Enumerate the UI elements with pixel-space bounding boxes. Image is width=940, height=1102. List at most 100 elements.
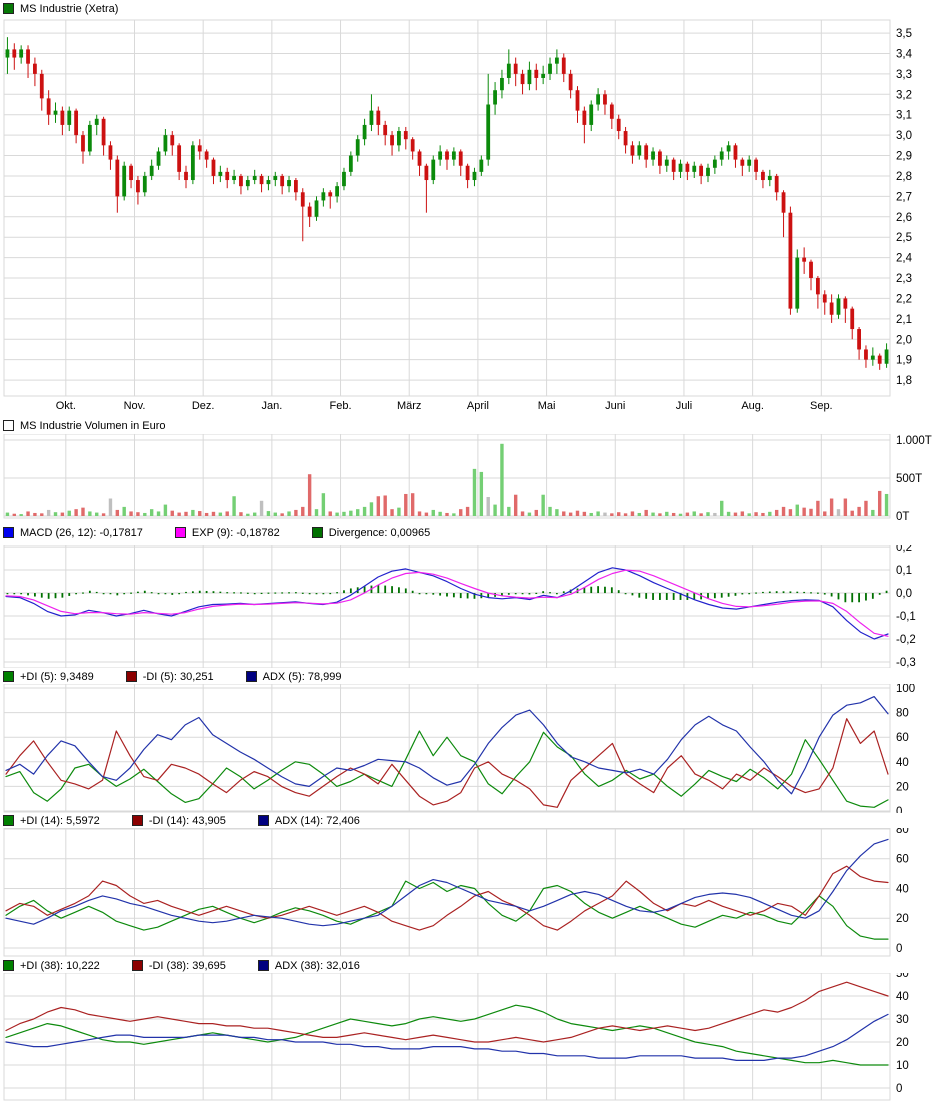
y-axis-tick-label: 0T — [896, 511, 909, 520]
minus-di14-marker-icon — [132, 815, 143, 826]
volume-chart-title: MS Industrie Volumen in Euro — [3, 419, 166, 432]
y-axis-tick-label: 0 — [896, 1083, 902, 1095]
volume-bars-group — [6, 444, 889, 516]
month-label: Dez. — [192, 400, 215, 412]
adx14-marker-icon — [258, 815, 269, 826]
minus-di38-legend-label: -DI (38): 39,695 — [149, 960, 226, 972]
price-chart-title: MS Industrie (Xetra) — [3, 2, 118, 15]
y-axis-tick-label: 60 — [896, 854, 909, 866]
candles-group — [6, 37, 889, 370]
di38-adx-chart: 50403020100 — [0, 973, 940, 1101]
legend-item-divergence: Divergence: 0,00965 — [312, 527, 431, 539]
plus-di38-marker-icon — [3, 960, 14, 971]
y-axis-tick-label: 0,1 — [896, 565, 912, 577]
y-axis-tick-label: 1,8 — [896, 375, 912, 387]
exp-legend-label: EXP (9): -0,18782 — [192, 527, 280, 539]
y-axis-tick-label: 2,7 — [896, 191, 912, 203]
plus-di38-legend-label: +DI (38): 10,222 — [20, 960, 100, 972]
legend-item-plus-di14: +DI (14): 5,5972 — [3, 815, 100, 827]
y-axis-tick-label: 2,3 — [896, 273, 912, 285]
adx38-legend-label: ADX (38): 32,016 — [275, 960, 360, 972]
y-axis-tick-label: 2,1 — [896, 314, 912, 326]
volume-chart-title-label: MS Industrie Volumen in Euro — [20, 420, 166, 432]
legend-item-macd: MACD (26, 12): -0,17817 — [3, 527, 143, 539]
legend-item-plus-di5: +DI (5): 9,3489 — [3, 671, 94, 683]
month-label: Okt. — [56, 400, 76, 412]
plus-di5-marker-icon — [3, 671, 14, 682]
y-axis-tick-label: -0,2 — [896, 634, 916, 646]
y-axis-tick-label: 1.000T — [896, 435, 932, 447]
adx5-legend-label: ADX (5): 78,999 — [263, 671, 342, 683]
minus-di5-marker-icon — [126, 671, 137, 682]
y-axis-tick-label: 0 — [896, 943, 902, 955]
di5-legend: +DI (5): 9,3489 -DI (5): 30,251 ADX (5):… — [3, 670, 373, 683]
month-label: Sep. — [810, 400, 833, 412]
month-label: Aug. — [741, 400, 764, 412]
volume-bar-chart: 1.000T500T0T — [0, 434, 940, 520]
legend-item-minus-di14: -DI (14): 43,905 — [132, 815, 226, 827]
minus-di-line — [6, 866, 888, 930]
legend-item-adx38: ADX (38): 32,016 — [258, 960, 360, 972]
stock-chart-root: MS Industrie (Xetra) Okt.Nov.Dez.Jan.Feb… — [0, 0, 940, 1102]
month-label: Juni — [605, 400, 625, 412]
month-label: Mai — [538, 400, 556, 412]
y-axis-tick-label: 2,2 — [896, 293, 912, 305]
y-axis-tick-label: 2,4 — [896, 253, 913, 265]
minus-di-line — [6, 982, 888, 1042]
divergence-marker-icon — [312, 527, 323, 538]
y-axis-tick-label: 3,5 — [896, 28, 912, 40]
y-axis-tick-label: 2,6 — [896, 212, 912, 224]
y-axis-tick-label: 40 — [896, 883, 909, 895]
y-axis-tick-label: 0,2 — [896, 545, 912, 554]
minus-di-line — [6, 719, 888, 808]
price-candlestick-chart: Okt.Nov.Dez.Jan.Feb.MärzAprilMaiJuniJuli… — [0, 18, 940, 414]
y-axis-tick-label: 3,2 — [896, 89, 912, 101]
exp-line — [6, 570, 888, 636]
y-axis-tick-label: 2,9 — [896, 151, 912, 163]
adx5-marker-icon — [246, 671, 257, 682]
adx14-legend-label: ADX (14): 72,406 — [275, 815, 360, 827]
divergence-legend-label: Divergence: 0,00965 — [329, 527, 431, 539]
adx-line — [6, 839, 888, 925]
y-axis-tick-label: 100 — [896, 684, 915, 695]
legend-item-exp: EXP (9): -0,18782 — [175, 527, 280, 539]
y-axis-tick-label: 20 — [896, 913, 909, 925]
y-axis-tick-label: 60 — [896, 732, 909, 744]
adx38-marker-icon — [258, 960, 269, 971]
legend-item-adx5: ADX (5): 78,999 — [246, 671, 342, 683]
plusminus-di-line — [6, 1005, 888, 1065]
exp-marker-icon — [175, 527, 186, 538]
y-axis-tick-label: 80 — [896, 708, 909, 720]
minus-di5-legend-label: -DI (5): 30,251 — [143, 671, 214, 683]
y-axis-tick-label: 10 — [896, 1060, 909, 1072]
plus-di5-legend-label: +DI (5): 9,3489 — [20, 671, 94, 683]
month-label: Jan. — [261, 400, 282, 412]
macd-legend: MACD (26, 12): -0,17817 EXP (9): -0,1878… — [3, 526, 462, 539]
y-axis-tick-label: 40 — [896, 757, 909, 769]
macd-legend-label: MACD (26, 12): -0,17817 — [20, 527, 143, 539]
month-label: Juli — [676, 400, 693, 412]
y-axis-tick-label: -0,1 — [896, 611, 916, 623]
y-axis-tick-label: -0,3 — [896, 657, 916, 668]
month-label: Feb. — [330, 400, 352, 412]
divergence-bars — [7, 585, 888, 602]
y-axis-tick-label: 3,3 — [896, 69, 912, 81]
grid-lines — [4, 434, 890, 518]
month-label: März — [397, 400, 421, 412]
di14-legend: +DI (14): 5,5972 -DI (14): 43,905 ADX (1… — [3, 814, 392, 827]
y-axis-tick-label: 3,4 — [896, 48, 913, 60]
y-axis-tick-label: 50 — [896, 973, 909, 980]
legend-item-plus-di38: +DI (38): 10,222 — [3, 960, 100, 972]
legend-item-minus-di38: -DI (38): 39,695 — [132, 960, 226, 972]
price-series-marker-icon — [3, 3, 14, 14]
adx-line — [6, 697, 888, 794]
grid-lines — [4, 20, 890, 396]
y-axis-tick-label: 20 — [896, 1037, 909, 1049]
di38-legend: +DI (38): 10,222 -DI (38): 39,695 ADX (3… — [3, 959, 392, 972]
month-label: April — [467, 400, 489, 412]
y-axis-tick-label: 2,8 — [896, 171, 912, 183]
y-axis-tick-label: 3,1 — [896, 110, 912, 122]
y-axis-tick-label: 1,9 — [896, 355, 912, 367]
legend-item-minus-di5: -DI (5): 30,251 — [126, 671, 214, 683]
y-axis-tick-label: 20 — [896, 781, 909, 793]
